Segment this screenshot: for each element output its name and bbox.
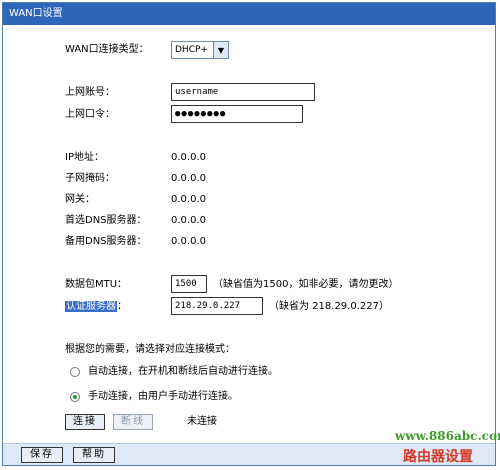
password-input[interactable]: [171, 105, 303, 123]
dns2-value: 0.0.0.0: [171, 236, 206, 247]
gateway-label: 网关：: [65, 194, 95, 205]
auth-server-label: 认证服务器: [65, 301, 117, 312]
wan-type-value: DHCP+: [175, 45, 208, 55]
manual-connect-label: 手动连接，由用户手动进行连接。: [88, 391, 238, 402]
auto-connect-label: 自动连接，在开机和断线后自动进行连接。: [88, 366, 278, 377]
password-label: 上网口令：: [65, 109, 115, 120]
ip-label: IP地址：: [65, 152, 104, 163]
wan-settings-panel: WAN口设置 WAN口连接类型： DHCP+ ▼ 上网账号： 上网口令： IP地…: [2, 2, 496, 466]
save-button[interactable]: 保存: [21, 447, 63, 463]
watermark-url: www.886abc.com: [395, 429, 500, 443]
mtu-input[interactable]: [171, 275, 207, 293]
watermark-caption: 路由器设置: [403, 449, 473, 465]
ip-value: 0.0.0.0: [171, 152, 206, 163]
username-label: 上网账号：: [65, 87, 115, 98]
mode-prompt: 根据您的需要，请选择对应连接模式：: [65, 344, 235, 355]
dns2-label: 备用DNS服务器：: [65, 236, 147, 247]
dns1-label: 首选DNS服务器：: [65, 215, 147, 226]
wan-type-select[interactable]: DHCP+ ▼: [171, 41, 229, 59]
username-input[interactable]: [171, 83, 315, 101]
auth-server-input[interactable]: [171, 297, 263, 315]
gateway-value: 0.0.0.0: [171, 194, 206, 205]
auto-connect-radio[interactable]: [70, 367, 80, 377]
manual-connect-radio[interactable]: [70, 392, 80, 402]
auth-server-label-row: 认证服务器：: [65, 298, 127, 316]
panel-title: WAN口设置: [3, 3, 495, 25]
wan-type-label: WAN口连接类型：: [65, 44, 149, 55]
connect-button[interactable]: 连接: [65, 414, 105, 430]
chevron-down-icon[interactable]: ▼: [213, 42, 228, 58]
dns1-value: 0.0.0.0: [171, 215, 206, 226]
disconnect-button[interactable]: 断线: [113, 414, 153, 430]
help-button[interactable]: 帮助: [73, 447, 115, 463]
auth-server-note: （缺省为 218.29.0.227）: [269, 301, 389, 312]
mask-label: 子网掩码：: [65, 173, 115, 184]
mtu-label: 数据包MTU：: [65, 279, 128, 290]
mask-value: 0.0.0.0: [171, 173, 206, 184]
auth-server-colon: ：: [117, 301, 127, 312]
connection-status: 未连接: [187, 416, 217, 427]
mtu-note: （缺省值为1500，如非必要，请勿更改）: [213, 279, 399, 290]
